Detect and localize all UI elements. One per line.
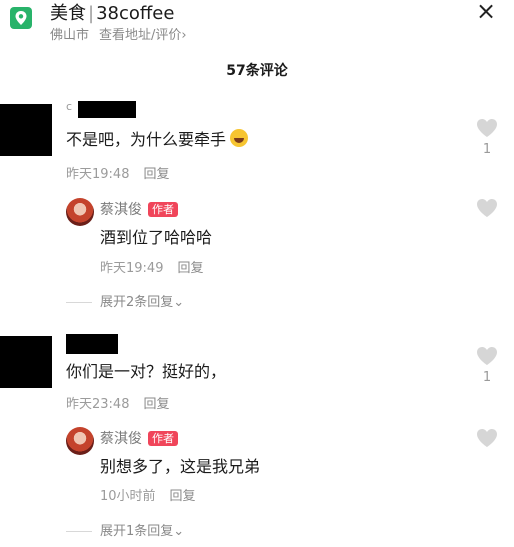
expand-replies-button[interactable]: 展开2条回复⌄ (66, 291, 184, 310)
comment-time: 昨天23:48 (66, 397, 130, 412)
chevron-down-icon: ⌄ (173, 295, 185, 310)
comment-count: 57条评论 (226, 63, 288, 79)
address-link[interactable]: 查看地址/评价 (99, 28, 181, 43)
comment-meta: 昨天19:48 回复 (66, 163, 169, 182)
reply-button[interactable]: 回复 (143, 167, 169, 182)
redacted-username (78, 101, 136, 118)
reply-time: 昨天19:49 (100, 261, 164, 276)
heart-icon (477, 119, 497, 137)
reply-button[interactable]: 回复 (143, 397, 169, 412)
reply-meta: 昨天19:49 回复 (100, 257, 203, 276)
reply-meta: 10小时前 回复 (100, 485, 196, 504)
expand-divider (66, 302, 92, 303)
comment-text: 不是吧，为什么要牵手 (66, 126, 249, 150)
comment-time: 昨天19:48 (66, 167, 130, 182)
redacted-avatar (0, 336, 52, 388)
shop-name: 38coffee (96, 3, 175, 24)
reply-text: 别想多了，这是我兄弟 (100, 457, 261, 476)
location-pin-icon (10, 7, 32, 29)
poi-title[interactable]: 美食 | 38coffee (50, 0, 174, 25)
chevron-right-icon: › (181, 28, 187, 43)
reply-author-row: 蔡淇俊 作者 (100, 428, 178, 448)
heart-icon (477, 429, 497, 447)
reply-text: 酒到位了哈哈哈 (100, 228, 213, 247)
comment-text: 你们是一对？挺好的， (66, 362, 227, 381)
comment-body: 不是吧，为什么要牵手 (66, 130, 227, 149)
heart-icon (477, 347, 497, 365)
chevron-down-icon: ⌄ (173, 524, 185, 539)
close-button[interactable]: × (476, 0, 496, 25)
reply-button[interactable]: 回复 (177, 261, 203, 276)
author-avatar[interactable] (66, 427, 94, 455)
author-avatar[interactable] (66, 198, 94, 226)
username-fragment: c (66, 100, 73, 113)
like-button[interactable] (476, 346, 498, 366)
title-divider: | (88, 3, 95, 24)
like-count: 1 (482, 142, 492, 157)
author-badge: 作者 (148, 201, 178, 217)
heart-icon (477, 199, 497, 217)
reply-author-row: 蔡淇俊 作者 (100, 199, 178, 219)
laughing-emoji-icon (230, 129, 249, 147)
like-button[interactable] (476, 118, 498, 138)
expand-divider (66, 531, 92, 532)
city-label: 佛山市 (50, 28, 90, 43)
redacted-username (66, 334, 118, 354)
reply-button[interactable]: 回复 (170, 489, 196, 504)
reply-time: 10小时前 (100, 489, 156, 504)
poi-subtitle[interactable]: 佛山市 查看地址/评价› (50, 24, 187, 43)
author-badge: 作者 (148, 430, 178, 446)
expand-label: 展开2条回复 (100, 295, 174, 310)
expand-label: 展开1条回复 (100, 524, 174, 539)
expand-replies-button[interactable]: 展开1条回复⌄ (66, 520, 184, 539)
like-button[interactable] (476, 198, 498, 218)
reply-author-name[interactable]: 蔡淇俊 (100, 428, 142, 448)
like-count: 1 (482, 370, 492, 385)
like-button[interactable] (476, 428, 498, 448)
reply-author-name[interactable]: 蔡淇俊 (100, 199, 142, 219)
redacted-avatar (0, 104, 52, 156)
poi-category: 美食 (50, 3, 86, 24)
comment-meta: 昨天23:48 回复 (66, 393, 169, 412)
